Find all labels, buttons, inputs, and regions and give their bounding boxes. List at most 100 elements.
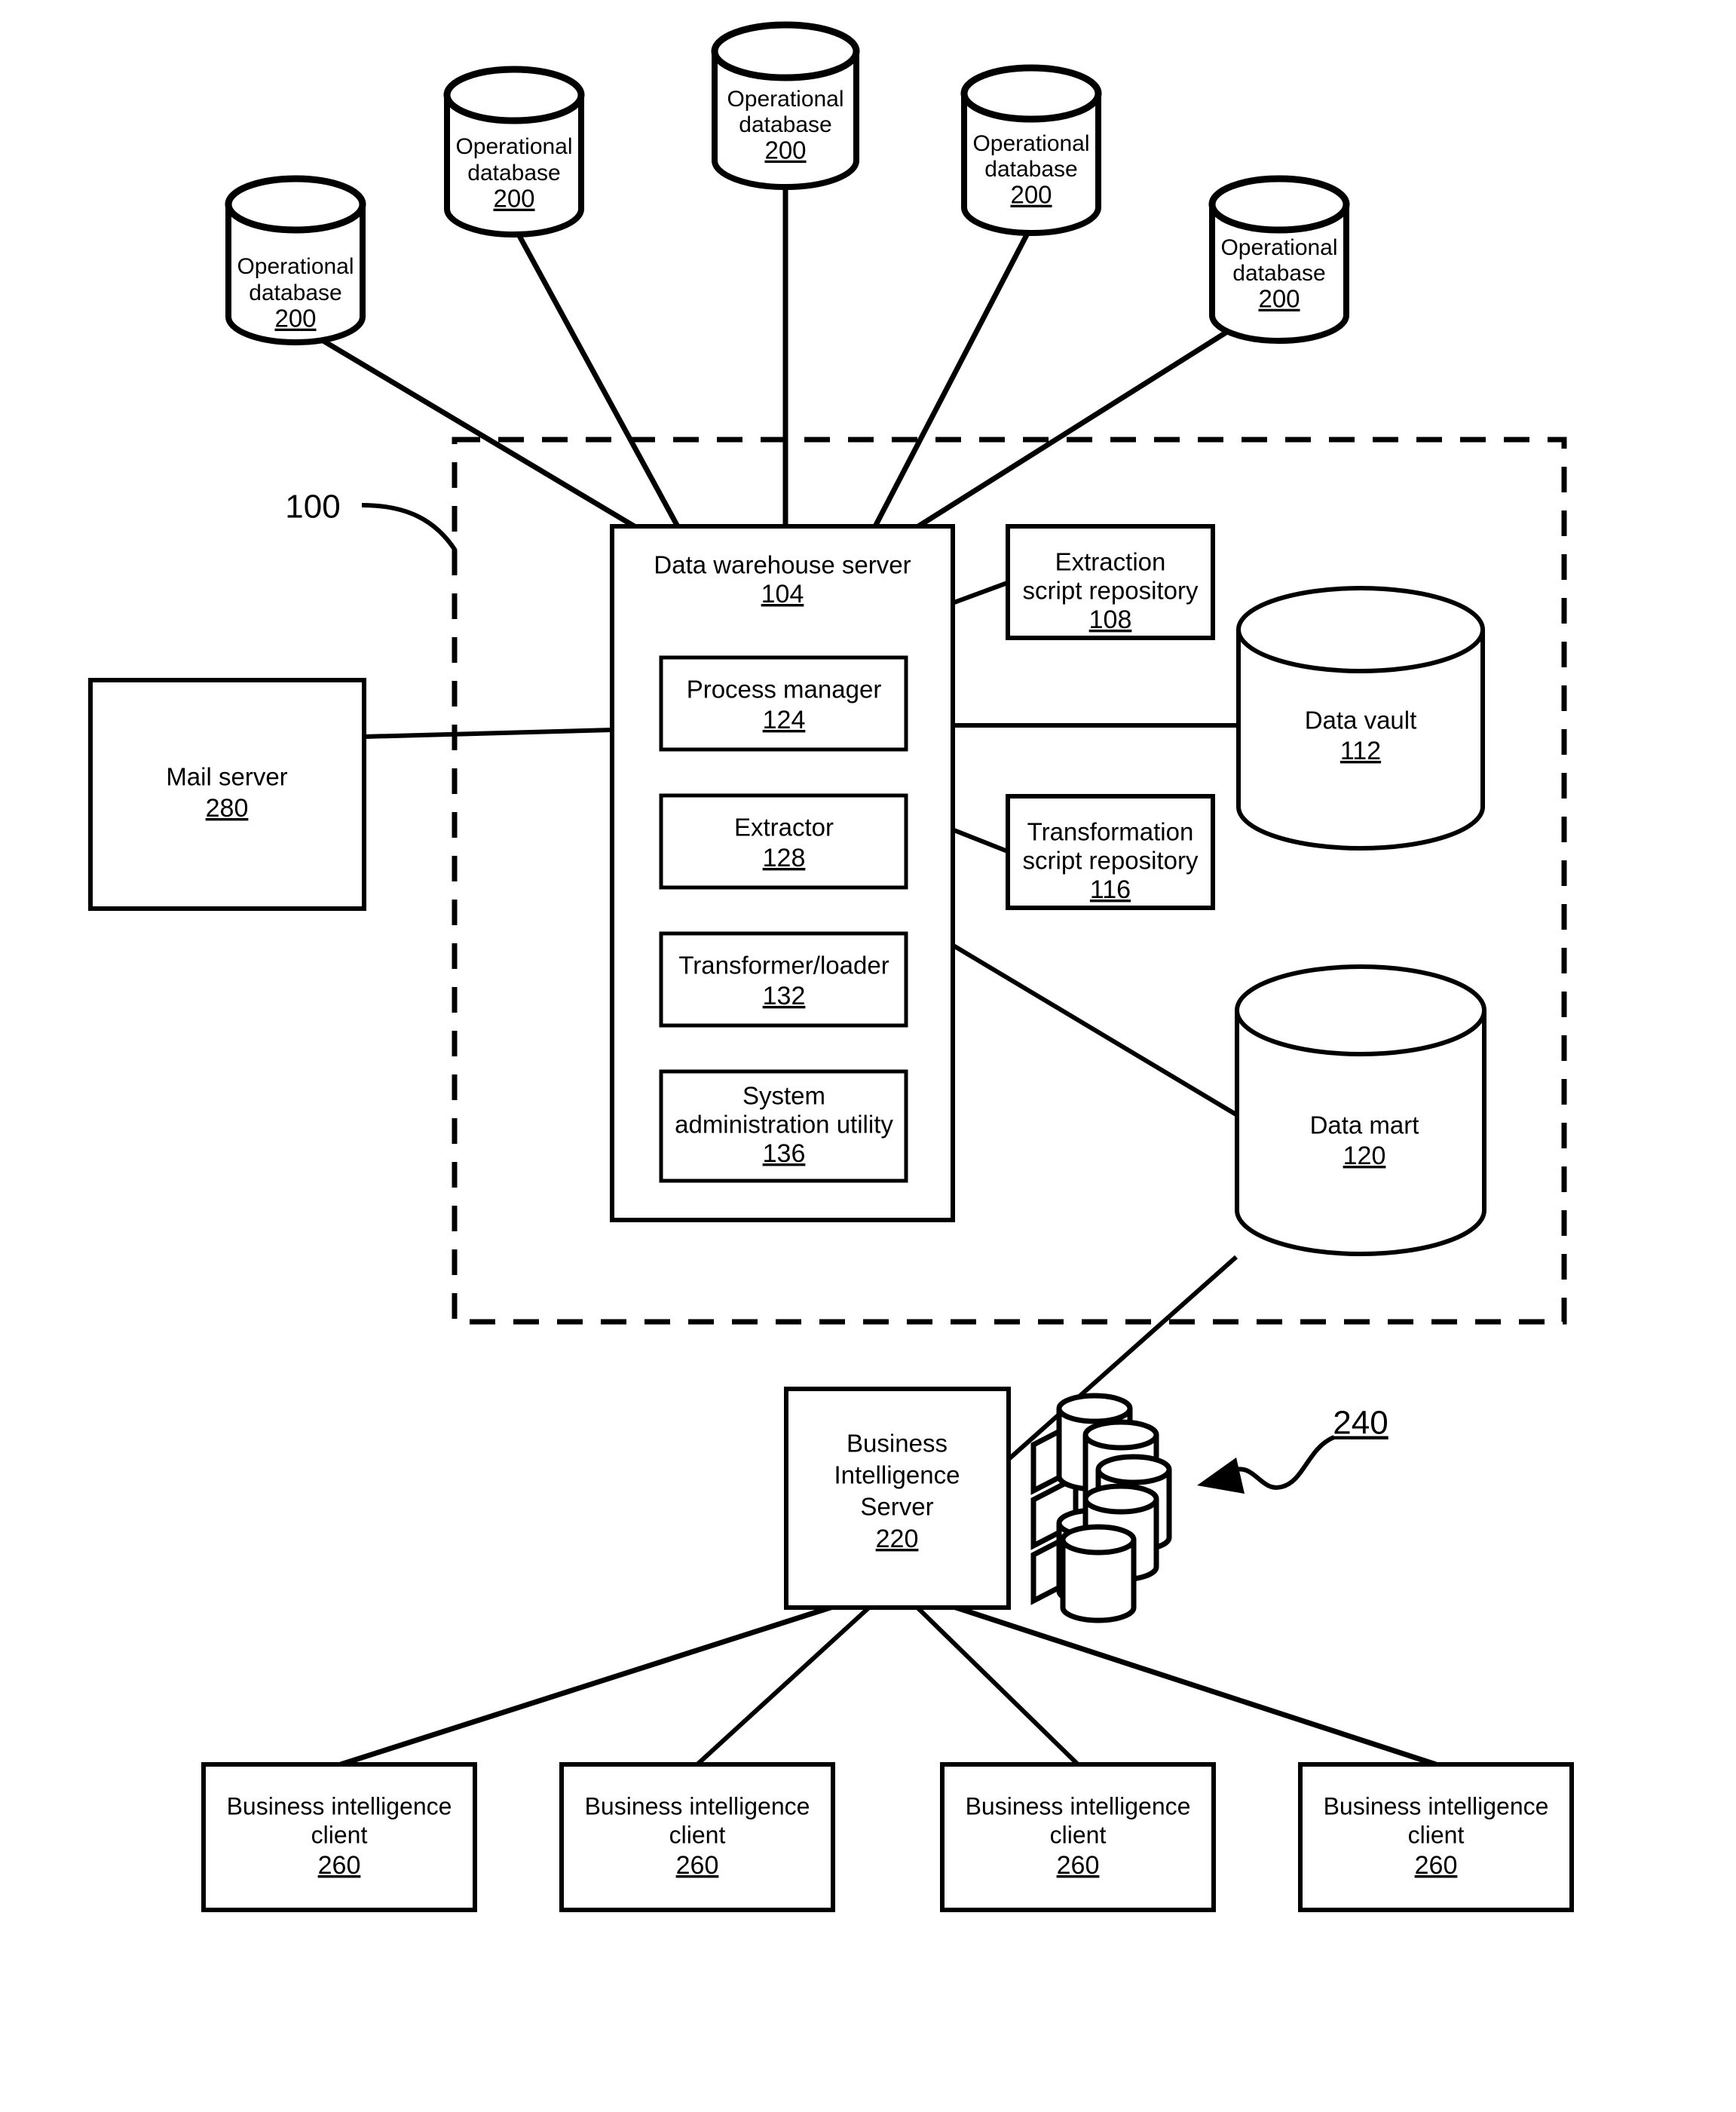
extraction-script-repository-label-line1: Extraction [1055, 548, 1166, 576]
disk-farm-cluster [1030, 1393, 1172, 1623]
bi-client-label-line1: Business intelligence [227, 1792, 452, 1819]
mail-server-node: Mail server 280 [88, 678, 366, 911]
cylinder-top [1060, 1524, 1137, 1556]
extraction-script-repository-label-line2: script repository [1023, 577, 1199, 605]
data-warehouse-server-ref: 104 [761, 580, 804, 608]
transformation-script-repository-node: Transformation script repository 116 [1006, 794, 1215, 910]
bi-client-ref: 260 [676, 1851, 719, 1880]
bi-server-label-line1: Business [847, 1430, 948, 1458]
data-vault-ref: 112 [1340, 737, 1381, 765]
data-warehouse-server-node: Data warehouse server 104 Process manage… [610, 524, 955, 1222]
transformation-script-repository-ref: 116 [1090, 875, 1131, 904]
operational-database-3: Operational database 200 [711, 21, 860, 190]
extraction-script-repository-ref: 108 [1089, 605, 1132, 634]
bi-client-ref: 260 [318, 1851, 361, 1880]
bi-client-4: Business intelligence client 260 [1298, 1762, 1574, 1912]
data-vault-store: Data vault 112 [1236, 586, 1485, 851]
bi-server-label-line2: Intelligence [834, 1461, 960, 1489]
operational-database-label-line2: database [1232, 261, 1325, 286]
cylinder-top [711, 21, 860, 81]
transformation-script-repository-label-line2: script repository [1023, 847, 1199, 875]
bi-client-label-line1: Business intelligence [966, 1792, 1191, 1819]
cylinder-top [1095, 1454, 1172, 1485]
bi-client-label-line2: client [311, 1821, 368, 1848]
system-administration-utility-label-line2: administration utility [675, 1111, 893, 1139]
connector-group-databases [309, 185, 1229, 531]
operational-database-label-line1: Operational [1220, 235, 1337, 260]
system-callout-leader [361, 503, 458, 552]
operational-database-label-line1: Operational [455, 134, 572, 159]
bi-server-ref: 220 [876, 1525, 919, 1553]
extraction-script-repository-node: Extraction script repository 108 [1006, 524, 1215, 640]
connector-bi-server-to-client-2 [695, 1604, 873, 1767]
transformer-loader-box [659, 931, 908, 1028]
component-system-administration-utility: System administration utility 136 [659, 1069, 908, 1183]
connector-bi-server-to-client-3 [914, 1604, 1080, 1767]
data-vault-cylinder-top [1236, 586, 1485, 673]
connector-db4-to-warehouse [871, 225, 1034, 529]
data-warehouse-server-title: Data warehouse server [654, 551, 911, 579]
connector-group-clients [339, 1603, 1437, 1767]
data-mart-cylinder-top [1235, 964, 1486, 1056]
operational-database-label-line2: database [467, 161, 560, 185]
patent-figure: 100 Operational database 200 Operational… [0, 0, 1736, 2112]
disk-farm-callout: 240 [1197, 1405, 1388, 1494]
cylinder-top [1056, 1393, 1133, 1424]
component-process-manager: Process manager 124 [659, 655, 908, 752]
cylinder-top [960, 64, 1102, 123]
connector-db2-to-warehouse [511, 225, 681, 529]
bi-client-2: Business intelligence client 260 [559, 1762, 835, 1912]
extractor-ref: 128 [763, 844, 806, 872]
operational-database-label-line2: database [984, 157, 1077, 182]
extractor-box [659, 793, 908, 890]
mail-server-ref: 280 [206, 794, 249, 823]
bi-client-ref: 260 [1415, 1851, 1458, 1880]
operational-database-4: Operational database 200 [960, 64, 1102, 236]
disk-cylinder-front-bottom [1060, 1524, 1137, 1623]
system-callout-label: 100 [285, 489, 340, 526]
bi-client-3: Business intelligence client 260 [940, 1762, 1216, 1912]
operational-database-1: Operational database 200 [225, 175, 366, 345]
data-mart-store: Data mart 120 [1235, 964, 1486, 1256]
bi-client-ref: 260 [1057, 1851, 1100, 1880]
transformer-loader-label: Transformer/loader [678, 952, 889, 979]
operational-database-label-line2: database [249, 280, 341, 305]
cylinder-top [1082, 1419, 1159, 1451]
bi-client-label-line2: client [669, 1821, 726, 1848]
system-administration-utility-label-line1: System [742, 1082, 825, 1110]
bi-client-label-line2: client [1408, 1821, 1465, 1848]
operational-database-ref: 200 [1010, 181, 1052, 209]
operational-database-ref: 200 [764, 136, 806, 164]
connector-warehouse-to-data-mart [951, 943, 1240, 1118]
transformer-loader-ref: 132 [763, 982, 806, 1010]
connector-warehouse-to-extraction-repo [951, 580, 1011, 605]
operational-database-label-line1: Operational [972, 131, 1089, 156]
operational-database-ref: 200 [1258, 285, 1300, 313]
cylinder-top [1082, 1483, 1159, 1515]
disk-farm-callout-arrowhead [1197, 1458, 1245, 1494]
diagram-canvas: 100 Operational database 200 Operational… [88, 21, 1574, 1912]
bi-client-label-line1: Business intelligence [1324, 1792, 1549, 1819]
component-transformer-loader: Transformer/loader 132 [659, 931, 908, 1028]
bi-server-label-line3: Server [860, 1493, 933, 1521]
operational-database-label-line2: database [739, 112, 831, 137]
process-manager-label: Process manager [687, 676, 882, 703]
data-mart-ref: 120 [1343, 1142, 1386, 1170]
connector-bi-server-to-client-1 [339, 1603, 837, 1767]
connector-mailserver-to-warehouse [363, 728, 613, 739]
system-administration-utility-ref: 136 [763, 1139, 806, 1168]
extractor-label: Extractor [734, 814, 834, 841]
operational-database-2: Operational database 200 [443, 66, 585, 238]
bi-client-label-line1: Business intelligence [585, 1792, 810, 1819]
operational-database-ref: 200 [274, 305, 316, 333]
bi-client-1: Business intelligence client 260 [201, 1762, 477, 1912]
bi-server-node: Business Intelligence Server 220 [784, 1387, 1011, 1610]
operational-database-label-line1: Operational [727, 87, 844, 112]
cylinder-top [225, 175, 366, 234]
component-extractor: Extractor 128 [659, 793, 908, 890]
process-manager-box [659, 655, 908, 752]
operational-database-5: Operational database 200 [1208, 175, 1350, 344]
data-vault-label: Data vault [1305, 707, 1417, 734]
bi-client-label-line2: client [1050, 1821, 1107, 1848]
disk-farm-callout-wavy-arrow [1232, 1435, 1336, 1490]
